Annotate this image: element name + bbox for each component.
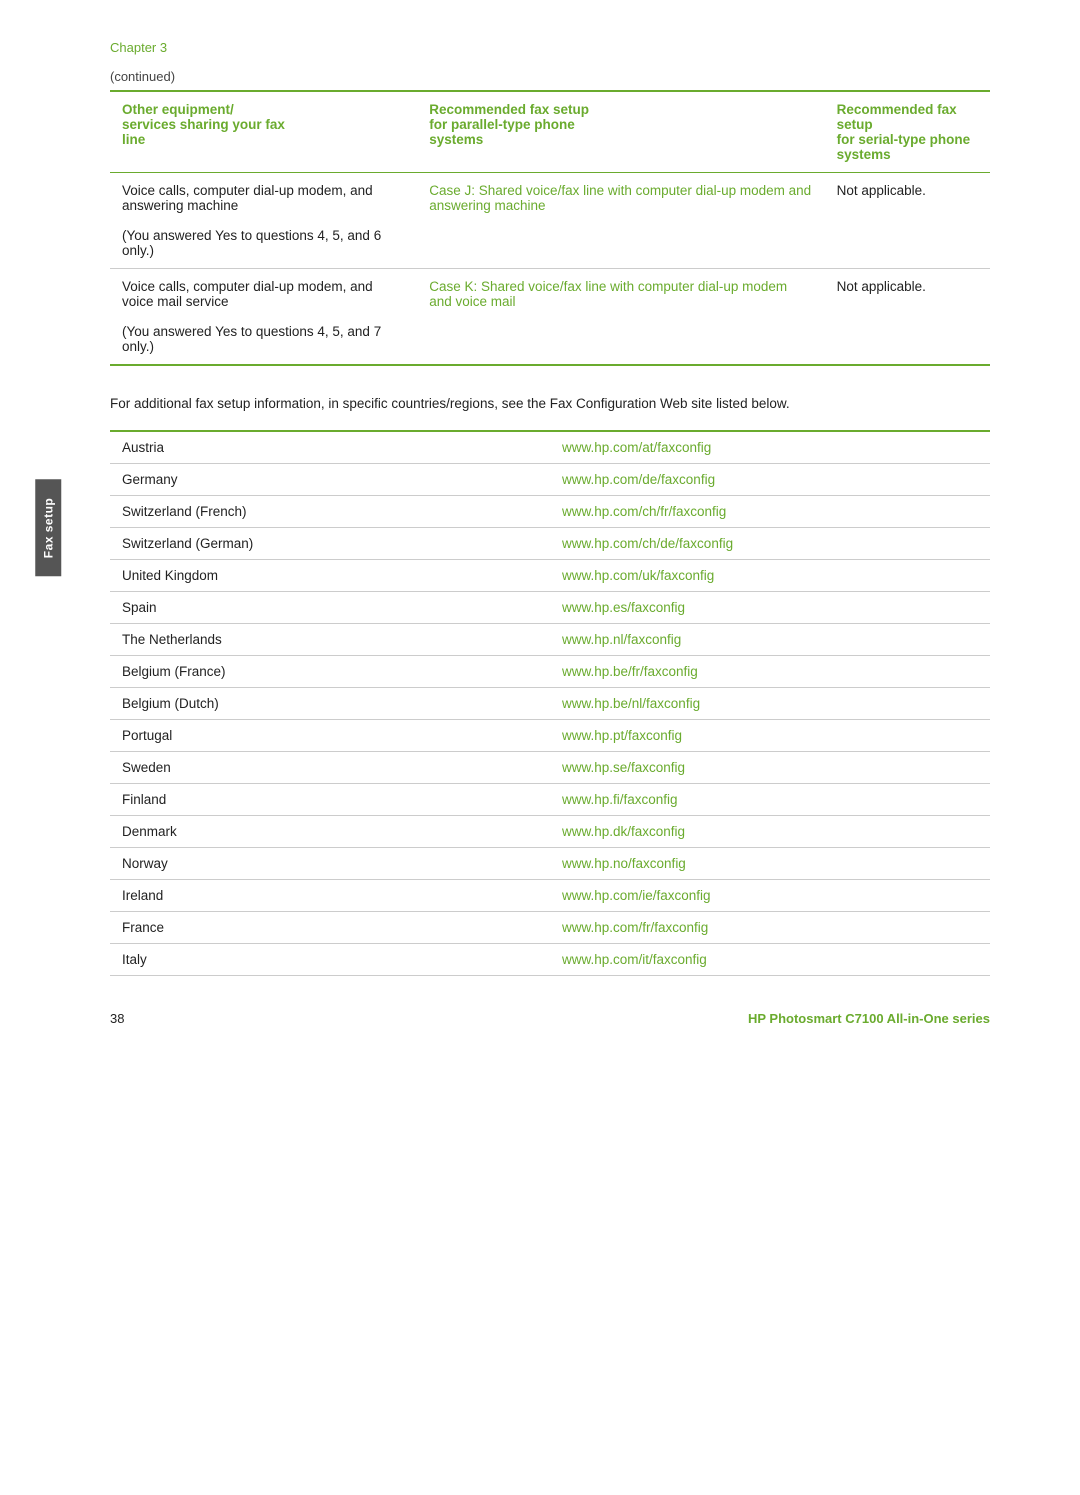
country-row: Switzerland (German)www.hp.com/ch/de/fax… [110,528,990,560]
country-url[interactable]: www.hp.com/fr/faxconfig [550,912,990,944]
country-url[interactable]: www.hp.com/ch/fr/faxconfig [550,496,990,528]
country-name: Austria [110,431,550,464]
country-url[interactable]: www.hp.com/ch/de/faxconfig [550,528,990,560]
country-url[interactable]: www.hp.com/de/faxconfig [550,464,990,496]
table-row: Voice calls, computer dial-up modem, and… [110,173,990,269]
row1-col2: Case J: Shared voice/fax line with compu… [417,173,824,269]
country-row: Switzerland (French)www.hp.com/ch/fr/fax… [110,496,990,528]
country-row: Swedenwww.hp.se/faxconfig [110,752,990,784]
country-url[interactable]: www.hp.nl/faxconfig [550,624,990,656]
chapter-label: Chapter 3 [110,40,990,55]
country-row: Portugalwww.hp.pt/faxconfig [110,720,990,752]
country-name: Germany [110,464,550,496]
country-url[interactable]: www.hp.no/faxconfig [550,848,990,880]
country-url[interactable]: www.hp.se/faxconfig [550,752,990,784]
country-row: Germanywww.hp.com/de/faxconfig [110,464,990,496]
col-header-3: Recommended fax setupfor serial-type pho… [825,91,990,173]
country-name: Switzerland (French) [110,496,550,528]
country-url[interactable]: www.hp.be/fr/faxconfig [550,656,990,688]
country-row: Spainwww.hp.es/faxconfig [110,592,990,624]
col-header-1: Other equipment/services sharing your fa… [110,91,417,173]
country-name: France [110,912,550,944]
country-url[interactable]: www.hp.com/ie/faxconfig [550,880,990,912]
row1-col1: Voice calls, computer dial-up modem, and… [110,173,417,269]
country-name: Denmark [110,816,550,848]
country-row: Belgium (France)www.hp.be/fr/faxconfig [110,656,990,688]
country-name: Belgium (France) [110,656,550,688]
country-name: Portugal [110,720,550,752]
country-name: Spain [110,592,550,624]
country-name: Norway [110,848,550,880]
country-row: Finlandwww.hp.fi/faxconfig [110,784,990,816]
row2-col3: Not applicable. [825,269,990,366]
footer: 38 HP Photosmart C7100 All-in-One series [110,1011,990,1026]
country-row: Belgium (Dutch)www.hp.be/nl/faxconfig [110,688,990,720]
row2-col1: Voice calls, computer dial-up modem, and… [110,269,417,366]
country-row: Denmarkwww.hp.dk/faxconfig [110,816,990,848]
country-name: Switzerland (German) [110,528,550,560]
country-name: The Netherlands [110,624,550,656]
table-row: Voice calls, computer dial-up modem, and… [110,269,990,366]
fax-setup-table: Other equipment/services sharing your fa… [110,90,990,366]
country-name: United Kingdom [110,560,550,592]
continued-label: (continued) [110,69,990,84]
country-row: Irelandwww.hp.com/ie/faxconfig [110,880,990,912]
country-row: Francewww.hp.com/fr/faxconfig [110,912,990,944]
country-name: Belgium (Dutch) [110,688,550,720]
country-name: Ireland [110,880,550,912]
country-url[interactable]: www.hp.es/faxconfig [550,592,990,624]
country-name: Finland [110,784,550,816]
country-row: The Netherlandswww.hp.nl/faxconfig [110,624,990,656]
country-url[interactable]: www.hp.dk/faxconfig [550,816,990,848]
side-tab: Fax setup [35,480,61,577]
row1-col3: Not applicable. [825,173,990,269]
info-paragraph: For additional fax setup information, in… [110,394,990,414]
page: Chapter 3 (continued) Other equipment/se… [0,0,1080,1056]
country-table: Austriawww.hp.com/at/faxconfigGermanywww… [110,430,990,976]
country-row: United Kingdomwww.hp.com/uk/faxconfig [110,560,990,592]
col-header-2: Recommended fax setupfor parallel-type p… [417,91,824,173]
country-url[interactable]: www.hp.com/uk/faxconfig [550,560,990,592]
country-name: Italy [110,944,550,976]
country-url[interactable]: www.hp.pt/faxconfig [550,720,990,752]
country-name: Sweden [110,752,550,784]
row2-col2: Case K: Shared voice/fax line with compu… [417,269,824,366]
footer-product-name: HP Photosmart C7100 All-in-One series [748,1011,990,1026]
country-url[interactable]: www.hp.com/at/faxconfig [550,431,990,464]
country-row: Norwaywww.hp.no/faxconfig [110,848,990,880]
country-row: Italywww.hp.com/it/faxconfig [110,944,990,976]
country-url[interactable]: www.hp.fi/faxconfig [550,784,990,816]
country-url[interactable]: www.hp.be/nl/faxconfig [550,688,990,720]
footer-page-number: 38 [110,1011,124,1026]
country-url[interactable]: www.hp.com/it/faxconfig [550,944,990,976]
country-row: Austriawww.hp.com/at/faxconfig [110,431,990,464]
